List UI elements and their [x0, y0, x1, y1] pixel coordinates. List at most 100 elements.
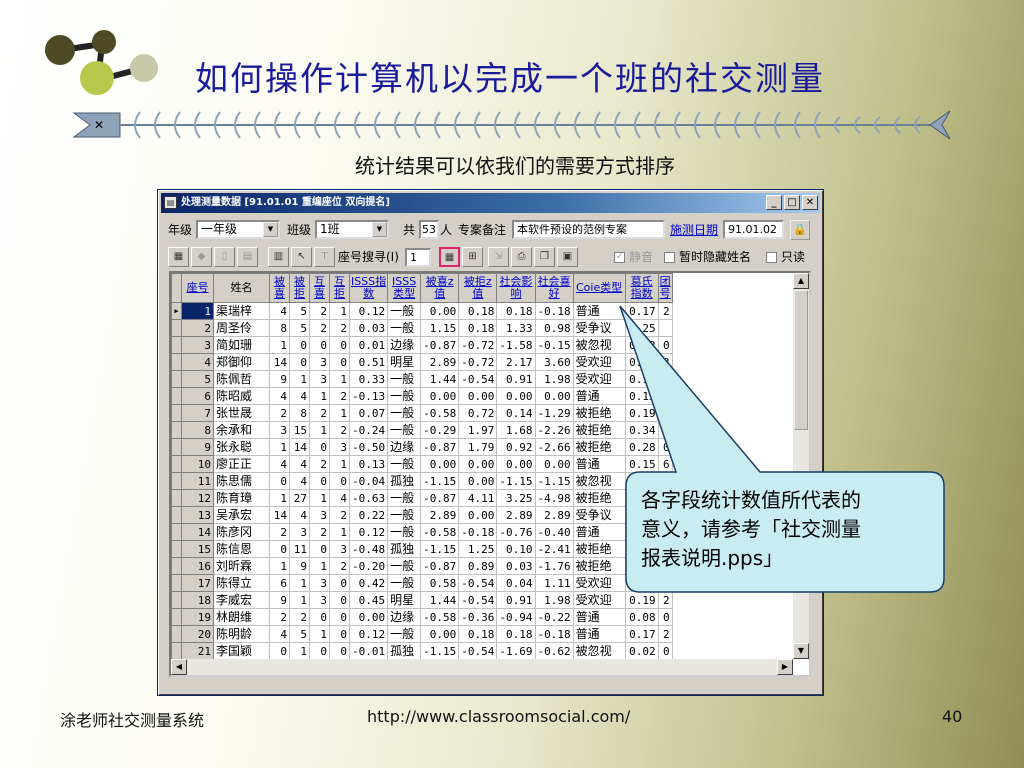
table-cell[interactable]: 18 [181, 591, 214, 609]
table-cell[interactable]: 0.18 [496, 302, 536, 320]
table-cell[interactable]: 1 [309, 387, 330, 405]
table-cell[interactable]: -0.54 [458, 642, 498, 660]
table-cell[interactable]: 6 [181, 387, 214, 405]
footer-url[interactable]: http://www.classroomsocial.com/ [367, 707, 630, 726]
table-cell[interactable]: -1.15 [534, 472, 574, 490]
table-row[interactable]: 12 陈育璋 1 27 1 4 -0.63 一般 -0.87 4.11 3.25 -4.98 被拒绝 0.… [171, 489, 673, 507]
table-cell[interactable]: 1.98 [534, 591, 574, 609]
table-cell[interactable]: 4 [329, 489, 350, 507]
table-cell[interactable]: 0.00 [458, 455, 498, 473]
table-cell[interactable]: 0.25 [624, 319, 659, 337]
table-cell[interactable]: -0.87 [420, 489, 460, 507]
table-cell[interactable]: 普通 [572, 608, 626, 626]
table-cell[interactable]: 被拒绝 [572, 438, 626, 456]
table-cell[interactable]: 0.01 [348, 336, 389, 354]
table-cell[interactable]: 0 [657, 438, 673, 456]
table-cell[interactable]: 1 [181, 302, 214, 320]
table-cell[interactable]: 0.18 [458, 302, 498, 320]
row-selector[interactable] [171, 387, 182, 405]
table-cell[interactable]: 4 [181, 353, 214, 371]
table-cell[interactable]: 15 [289, 421, 310, 439]
table-cell[interactable]: 2 [309, 523, 330, 541]
table-cell[interactable]: 3 [269, 421, 290, 439]
table-cell[interactable]: 0.19 [624, 404, 659, 422]
row-selector[interactable]: ▶ [171, 302, 182, 320]
results-grid[interactable]: 座号 姓名 被喜 被拒 互喜 互拒 ISSS指数 ISSS类型 被喜z值 被拒z值 社会影响 社会喜好… [169, 271, 811, 677]
table-cell[interactable]: 刘昕霖 [213, 557, 270, 575]
table-row[interactable]: 11 陈思儒 0 4 0 0 -0.04 孤独 -1.15 0.00 -1.15 -1.15 被忽视 0.… [171, 472, 673, 490]
table-cell[interactable]: 0.51 [348, 353, 389, 371]
table-cell[interactable]: 14 [181, 523, 214, 541]
table-cell[interactable]: -1.58 [496, 336, 536, 354]
table-cell[interactable]: 2 [309, 319, 330, 337]
table-cell[interactable]: 陈得立 [213, 574, 270, 592]
test-date-field[interactable]: 91.01.02 [723, 220, 784, 239]
table-cell[interactable]: 6 [657, 455, 673, 473]
table-cell[interactable]: -1.15 [420, 540, 460, 558]
table-cell[interactable]: 2.89 [420, 353, 460, 371]
table-cell[interactable]: 0.98 [534, 319, 574, 337]
table-cell[interactable]: 陈信恩 [213, 540, 270, 558]
table-cell[interactable]: 2 [269, 608, 290, 626]
table-cell[interactable]: 被拒绝 [572, 404, 626, 422]
table-cell[interactable]: 普通 [572, 625, 626, 643]
table-cell[interactable]: 陈佩哲 [213, 370, 270, 388]
table-row[interactable]: 21 李国颖 0 1 0 0 -0.01 孤独 -1.15 -0.54 -1.69 -0.62 被忽视 0… [171, 642, 673, 660]
table-cell[interactable]: 陈彦冈 [213, 523, 270, 541]
table-cell[interactable]: 8 [269, 319, 290, 337]
minimize-button[interactable]: _ [766, 195, 782, 210]
table-icon[interactable]: ▤ [237, 247, 258, 267]
copy-icon[interactable]: ❐ [534, 247, 555, 267]
table-cell[interactable]: 普通 [572, 455, 626, 473]
pointer-icon[interactable]: ↖ [291, 247, 312, 267]
table-cell[interactable]: 2.89 [496, 506, 536, 524]
table-cell[interactable]: 郑御仰 [213, 353, 270, 371]
table-cell[interactable]: -0.58 [420, 608, 460, 626]
export-icon[interactable]: ⇲ [488, 247, 509, 267]
column-header[interactable]: 互拒 [329, 273, 350, 303]
table-cell[interactable]: -2.26 [534, 421, 574, 439]
table-cell[interactable]: 一般 [387, 302, 422, 320]
table-cell[interactable]: 2 [269, 523, 290, 541]
print-icon[interactable]: ⎙ [511, 247, 532, 267]
table-cell[interactable]: 0.00 [496, 455, 536, 473]
table-cell[interactable]: 9 [269, 370, 290, 388]
table-cell[interactable]: 渠瑞梓 [213, 302, 270, 320]
table-cell[interactable]: 11 [289, 540, 310, 558]
table-cell[interactable]: 2 [309, 455, 330, 473]
table-cell[interactable]: 被拒绝 [572, 489, 626, 507]
table-cell[interactable]: 0.12 [348, 523, 389, 541]
table-cell[interactable]: 边缘 [387, 336, 422, 354]
table-cell[interactable]: 李威宏 [213, 591, 270, 609]
table-cell[interactable]: 0.22 [348, 506, 389, 524]
column-header[interactable]: 被拒 [289, 273, 310, 303]
grade-select[interactable]: 一年级 ▼ [196, 220, 280, 239]
table-cell[interactable]: -0.87 [420, 336, 460, 354]
table-cell[interactable]: 5 [289, 625, 310, 643]
table-cell[interactable]: 0.00 [420, 302, 460, 320]
table-row[interactable]: 14 陈彦冈 2 3 2 1 0.12 一般 -0.58 -0.18 -0.76 -0.40 普通 0.0… [171, 523, 673, 541]
table-cell[interactable]: 李国颖 [213, 642, 270, 660]
table-cell[interactable]: 0.03 [348, 319, 389, 337]
table-row[interactable]: 4 郑御仰 14 0 3 0 0.51 明星 2.89 -0.72 2.17 3.60 受欢迎 0.26 2 [171, 353, 673, 371]
table-cell[interactable]: 被拒绝 [572, 540, 626, 558]
scroll-down-icon[interactable]: ▼ [793, 643, 809, 659]
table-cell[interactable]: 2.89 [534, 506, 574, 524]
table-cell[interactable]: 0.15 [624, 455, 659, 473]
row-selector[interactable] [171, 353, 182, 371]
table-cell[interactable]: 0 [269, 540, 290, 558]
table-cell[interactable]: 一般 [387, 319, 422, 337]
table-row[interactable]: 20 陈明龄 4 5 1 0 0.12 一般 0.00 0.18 0.18 -0.18 普通 0.17 2 [171, 625, 673, 643]
table-row[interactable]: 8 余承和 3 15 1 2 -0.24 一般 -0.29 1.97 1.68 -2.26 被拒绝 0.3… [171, 421, 673, 439]
table-cell[interactable]: 陈育璋 [213, 489, 270, 507]
table-cell[interactable]: 1 [309, 421, 330, 439]
table-cell[interactable]: 4 [269, 302, 290, 320]
table-cell[interactable]: 0.58 [420, 574, 460, 592]
table-cell[interactable]: -1.15 [496, 472, 536, 490]
table-cell[interactable]: -0.13 [348, 387, 389, 405]
row-selector[interactable] [171, 404, 182, 422]
row-selector[interactable] [171, 438, 182, 456]
table-cell[interactable]: 1.44 [420, 370, 460, 388]
table-cell[interactable]: -0.18 [534, 625, 574, 643]
table-cell[interactable]: 0.19 [624, 370, 659, 388]
